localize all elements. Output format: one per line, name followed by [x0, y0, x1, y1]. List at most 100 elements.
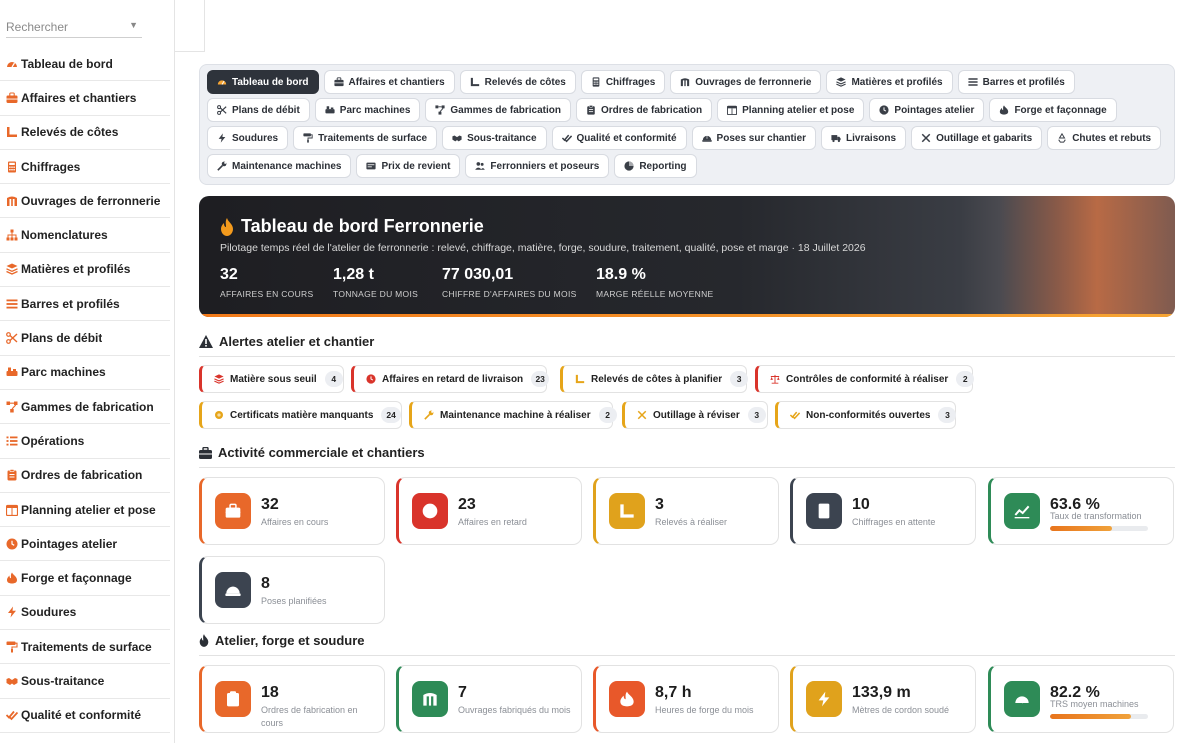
- sidebar-item[interactable]: Plans de débit: [0, 321, 170, 356]
- alert-label: Relevés de côtes à planifier: [591, 373, 723, 385]
- sidebar-item[interactable]: Opérations: [0, 424, 170, 459]
- sidebar-item[interactable]: Planning atelier et pose: [0, 493, 170, 528]
- kpi-card[interactable]: 8,7 h Heures de forge du mois: [593, 665, 779, 733]
- tab-label: Affaires et chantiers: [348, 76, 445, 88]
- tab[interactable]: Ordres de fabrication: [576, 98, 713, 122]
- sidebar-item[interactable]: Gammes de fabrication: [0, 390, 170, 425]
- sidebar-item[interactable]: Nomenclatures: [0, 218, 170, 253]
- tab[interactable]: Livraisons: [821, 126, 907, 150]
- sidebar-item[interactable]: Qualité et conformité: [0, 699, 170, 733]
- kpi-card[interactable]: 32 Affaires en cours: [199, 477, 385, 545]
- sidebar-item[interactable]: Chiffrages: [0, 150, 170, 185]
- alert-chip[interactable]: Maintenance machine à réaliser 2: [409, 401, 617, 429]
- tab[interactable]: Chiffrages: [580, 70, 666, 94]
- wrench-icon: [424, 410, 434, 420]
- stat-value: 18.9 %: [596, 266, 646, 283]
- tab[interactable]: Gammes de fabrication: [425, 98, 571, 122]
- tab-label: Pointages atelier: [894, 104, 975, 116]
- tab[interactable]: Parc machines: [314, 98, 421, 122]
- ruler-icon: [470, 77, 479, 87]
- kpi-card[interactable]: 7 Ouvrages fabriqués du mois: [396, 665, 582, 733]
- tab[interactable]: Pointages atelier: [869, 98, 985, 122]
- alert-count: 3: [747, 407, 766, 423]
- tab[interactable]: Reporting: [614, 154, 697, 178]
- alert-chip[interactable]: Relevés de côtes à planifier 3: [560, 365, 749, 393]
- tab[interactable]: Chutes et rebuts: [1047, 126, 1162, 150]
- kpi-card[interactable]: 63.6 % Taux de transformation: [988, 477, 1174, 545]
- kpi-card[interactable]: 18 Ordres de fabrication en cours: [199, 665, 385, 733]
- section-atelier: Atelier, forge et soudure: [199, 633, 1175, 656]
- tab-label: Barres et profilés: [982, 76, 1065, 88]
- clipboard-icon: [7, 469, 17, 481]
- sidebar-item[interactable]: Parc machines: [0, 356, 170, 390]
- sidebar-item[interactable]: Matières et profilés: [0, 253, 170, 288]
- tab-label: Poses sur chantier: [716, 132, 807, 144]
- tab[interactable]: Maintenance machines: [207, 154, 352, 178]
- alert-chip[interactable]: Matière sous seuil 4: [199, 365, 344, 393]
- stat-value: 77 030,01: [442, 266, 514, 283]
- sidebar-item[interactable]: Barres et profilés: [0, 287, 170, 322]
- alert-chip[interactable]: Outillage à réviser 3: [622, 401, 768, 429]
- alert-chip[interactable]: Non-conformités ouvertes 3: [775, 401, 957, 429]
- kpi-card[interactable]: 23 Affaires en retard: [396, 477, 582, 545]
- tab[interactable]: Traitements de surface: [293, 126, 438, 150]
- kpi-card[interactable]: 8 Poses planifiées: [199, 556, 385, 624]
- tab[interactable]: Tableau de bord: [207, 70, 319, 94]
- tab[interactable]: Soudures: [207, 126, 289, 150]
- tab[interactable]: Planning atelier et pose: [717, 98, 865, 122]
- sidebar-item[interactable]: Soudures: [0, 596, 170, 631]
- alert-chip[interactable]: Contrôles de conformité à réaliser 2: [755, 365, 975, 393]
- sidebar-item[interactable]: Tableau de bord: [0, 47, 170, 82]
- sidebar-item[interactable]: Ouvrages de ferronnerie: [0, 184, 170, 219]
- workflow-icon: [6, 401, 18, 413]
- sidebar-item[interactable]: Affaires et chantiers: [0, 81, 170, 116]
- alert-chip[interactable]: Certificats matière manquants 24: [199, 401, 402, 429]
- sidebar-item[interactable]: Relevés de côtes: [0, 116, 170, 150]
- kpi-card[interactable]: 133,9 m Mètres de cordon soudé: [790, 665, 976, 733]
- sidebar-item-label: Gammes de fabrication: [21, 399, 154, 414]
- tab[interactable]: Poses sur chantier: [691, 126, 817, 150]
- kpi-card[interactable]: 10 Chiffrages en attente: [790, 477, 976, 545]
- progress-bar: [1050, 526, 1148, 531]
- chevron-down-icon[interactable]: ▼: [129, 20, 138, 30]
- search-input[interactable]: Rechercher ▼: [6, 14, 142, 38]
- tab[interactable]: Outillage et gabarits: [911, 126, 1043, 150]
- flame-icon: [221, 217, 233, 236]
- gauge-icon: [1015, 696, 1029, 704]
- ruler-icon: [575, 374, 585, 384]
- tab[interactable]: Qualité et conformité: [551, 126, 687, 150]
- sidebar-item-label: Soudures: [21, 605, 77, 620]
- tab[interactable]: Prix de revient: [356, 154, 461, 178]
- kpi-card[interactable]: 3 Relevés à réaliser: [593, 477, 779, 545]
- tab[interactable]: Relevés de côtes: [459, 70, 576, 94]
- kpi-card[interactable]: 82.2 % TRS moyen machines: [988, 665, 1174, 733]
- sidebar-item[interactable]: Traitements de surface: [0, 630, 170, 665]
- paint-roller-icon: [6, 641, 18, 653]
- machine-icon: [6, 366, 18, 378]
- users-icon: [475, 162, 486, 170]
- alert-chip[interactable]: Affaires en retard de livraison 23: [351, 365, 550, 393]
- tab[interactable]: Affaires et chantiers: [323, 70, 455, 94]
- sidebar-item[interactable]: Ordres de fabrication: [0, 459, 170, 493]
- layers-icon: [214, 374, 224, 384]
- tab[interactable]: Barres et profilés: [957, 70, 1075, 94]
- tab[interactable]: Ferronniers et poseurs: [465, 154, 610, 178]
- sidebar-item[interactable]: Forge et façonnage: [0, 561, 170, 596]
- kpi-label: Affaires en retard: [458, 517, 527, 527]
- tab[interactable]: Matières et profilés: [826, 70, 953, 94]
- alert-count: 3: [938, 407, 957, 423]
- tab[interactable]: Ouvrages de ferronnerie: [670, 70, 822, 94]
- sidebar-menu: Tableau de bord Affaires et chantiers Rele…: [0, 47, 170, 733]
- check-double-icon: [6, 711, 18, 721]
- sidebar-item[interactable]: Pointages atelier: [0, 527, 170, 562]
- alert-label: Maintenance machine à réaliser: [440, 409, 591, 421]
- tab[interactable]: Sous-traitance: [442, 126, 547, 150]
- coins-icon: [366, 162, 377, 170]
- tab[interactable]: Forge et façonnage: [989, 98, 1117, 122]
- sidebar-item-label: Matières et profilés: [21, 262, 131, 277]
- sidebar-item-label: Plans de débit: [21, 331, 103, 346]
- tab-label: Gammes de fabrication: [450, 104, 561, 116]
- sidebar-item[interactable]: Sous-traitance: [0, 664, 170, 699]
- tab[interactable]: Plans de débit: [207, 98, 310, 122]
- paint-roller-icon: [303, 133, 313, 143]
